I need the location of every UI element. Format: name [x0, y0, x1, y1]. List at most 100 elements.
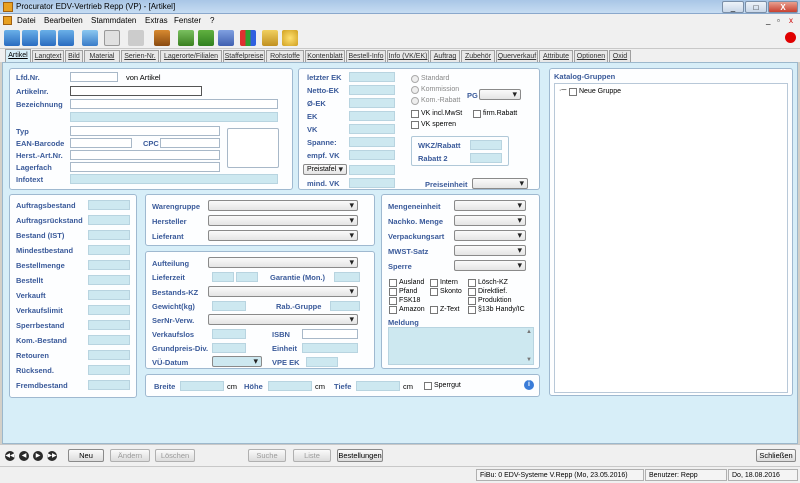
- tab-auftrag[interactable]: Auftrag: [430, 50, 460, 62]
- menu-help[interactable]: ?: [210, 16, 214, 25]
- tab-staffelpreise[interactable]: Staffelpreise: [223, 50, 265, 62]
- chart-icon[interactable]: [178, 30, 194, 46]
- stock-field-8[interactable]: [88, 320, 130, 330]
- last-record-icon[interactable]: ▶▶: [47, 451, 57, 461]
- menu-datei[interactable]: Datei: [17, 16, 36, 25]
- ek-field[interactable]: [349, 111, 395, 121]
- warengruppe-dropdown[interactable]: [208, 200, 358, 211]
- stock-field-5[interactable]: [88, 275, 130, 285]
- katalog-tree[interactable]: ·─ Neue Gruppe: [554, 83, 788, 393]
- aendern-button[interactable]: Ändern: [110, 449, 150, 462]
- menu-fenster[interactable]: Fenster: [174, 16, 201, 25]
- minimize-button[interactable]: _: [722, 1, 744, 13]
- stock-field-6[interactable]: [88, 290, 130, 300]
- ean-field[interactable]: [70, 138, 132, 148]
- tab-kontenblatt[interactable]: Kontenblatt: [305, 50, 345, 62]
- nachko-dropdown[interactable]: [454, 215, 526, 226]
- mdi-restore[interactable]: ▫: [777, 16, 780, 25]
- tab-material[interactable]: Material: [84, 50, 120, 62]
- sperre-dropdown[interactable]: [454, 260, 526, 271]
- info-icon[interactable]: i: [524, 380, 534, 390]
- schliessen-button[interactable]: Schließen: [756, 449, 796, 462]
- lfd-nr-field[interactable]: [70, 72, 118, 82]
- menu-bearbeiten[interactable]: Bearbeiten: [44, 16, 83, 25]
- bestellungen-button[interactable]: Bestellungen: [337, 449, 383, 462]
- calculator-icon[interactable]: [128, 30, 144, 46]
- hoehe-field[interactable]: [268, 381, 312, 391]
- durchschnitt-ek-field[interactable]: [349, 98, 395, 108]
- breite-field[interactable]: [180, 381, 224, 391]
- vk-field[interactable]: [349, 124, 395, 134]
- edit-icon[interactable]: [262, 30, 278, 46]
- tree-node-label[interactable]: Neue Gruppe: [579, 88, 621, 95]
- bar-chart-icon[interactable]: [240, 30, 256, 46]
- list-icon[interactable]: [82, 30, 98, 46]
- grundpreis-field[interactable]: [212, 343, 246, 353]
- lieferzeit-field[interactable]: [212, 272, 234, 282]
- menu-extras[interactable]: Extras: [145, 16, 168, 25]
- stock-field-0[interactable]: [88, 200, 130, 210]
- next-record-icon[interactable]: ▶: [33, 451, 43, 461]
- checkbox-direktlief[interactable]: [468, 288, 476, 296]
- lieferant-dropdown[interactable]: [208, 230, 358, 241]
- herst-art-nr-field[interactable]: [70, 150, 220, 160]
- tab-info-vkek[interactable]: Info (VK/EK): [387, 50, 429, 62]
- hersteller-dropdown[interactable]: [208, 215, 358, 226]
- meldung-textarea[interactable]: ▲ ▼: [388, 327, 534, 365]
- infotext-field[interactable]: [70, 174, 278, 184]
- tab-serien-nr[interactable]: Serien-Nr.: [121, 50, 159, 62]
- tab-oxid[interactable]: Oxid: [609, 50, 631, 62]
- verpackungsart-dropdown[interactable]: [454, 230, 526, 241]
- checkbox-sperrgut[interactable]: [424, 382, 432, 390]
- close-button[interactable]: X: [768, 1, 798, 13]
- tab-querverkauf[interactable]: Querverkauf: [496, 50, 538, 62]
- checkbox-pfand[interactable]: [389, 288, 397, 296]
- tiefe-field[interactable]: [356, 381, 400, 391]
- mind-vk-field[interactable]: [349, 178, 395, 188]
- checkbox-13b[interactable]: [468, 306, 476, 314]
- tab-optionen[interactable]: Optionen: [574, 50, 608, 62]
- gewicht-field[interactable]: [212, 301, 246, 311]
- copy-doc-icon[interactable]: [58, 30, 74, 46]
- info-icon[interactable]: [282, 30, 298, 46]
- checkbox-firm-rabatt[interactable]: [473, 110, 481, 118]
- image-preview[interactable]: [227, 128, 279, 168]
- lagerfach-field[interactable]: [70, 162, 220, 172]
- new-doc-icon[interactable]: [4, 30, 20, 46]
- stock-field-11[interactable]: [88, 365, 130, 375]
- mengeneinheit-dropdown[interactable]: [454, 200, 526, 211]
- mdi-minimize[interactable]: _: [766, 16, 770, 25]
- vu-datum-picker[interactable]: [212, 356, 262, 367]
- bezeichnung-field[interactable]: [70, 99, 278, 109]
- stats-icon[interactable]: [198, 30, 214, 46]
- checkbox-z-text[interactable]: [430, 306, 438, 314]
- pg-dropdown[interactable]: [479, 89, 521, 100]
- lieferzeit2-field[interactable]: [236, 272, 258, 282]
- stock-field-12[interactable]: [88, 380, 130, 390]
- isbn-field[interactable]: [302, 329, 358, 339]
- radio-kom-rabatt[interactable]: [411, 97, 419, 105]
- save-doc-icon[interactable]: [40, 30, 56, 46]
- scroll-down-icon[interactable]: ▼: [526, 357, 532, 363]
- stock-field-7[interactable]: [88, 305, 130, 315]
- checkbox-amazon[interactable]: [389, 306, 397, 314]
- stock-field-10[interactable]: [88, 350, 130, 360]
- suche-button[interactable]: Suche: [248, 449, 286, 462]
- spanne-field[interactable]: [349, 137, 395, 147]
- liste-button[interactable]: Liste: [293, 449, 331, 462]
- preistafel-field[interactable]: [349, 165, 395, 175]
- checkbox-produktion[interactable]: [468, 297, 476, 305]
- print-icon[interactable]: [104, 30, 120, 46]
- cpc-field[interactable]: [160, 138, 220, 148]
- prev-record-icon[interactable]: ◀: [19, 451, 29, 461]
- sernr-dropdown[interactable]: [208, 314, 358, 325]
- rab-gruppe-field[interactable]: [330, 301, 360, 311]
- loeschen-button[interactable]: Löschen: [155, 449, 195, 462]
- image-icon[interactable]: [154, 30, 170, 46]
- checkbox-vk-sperren[interactable]: [411, 121, 419, 129]
- stock-field-2[interactable]: [88, 230, 130, 240]
- bezeichnung2-field[interactable]: [70, 112, 278, 122]
- open-doc-icon[interactable]: [22, 30, 38, 46]
- tab-langtext[interactable]: Langtext: [32, 50, 64, 62]
- checkbox-intern[interactable]: [430, 279, 438, 287]
